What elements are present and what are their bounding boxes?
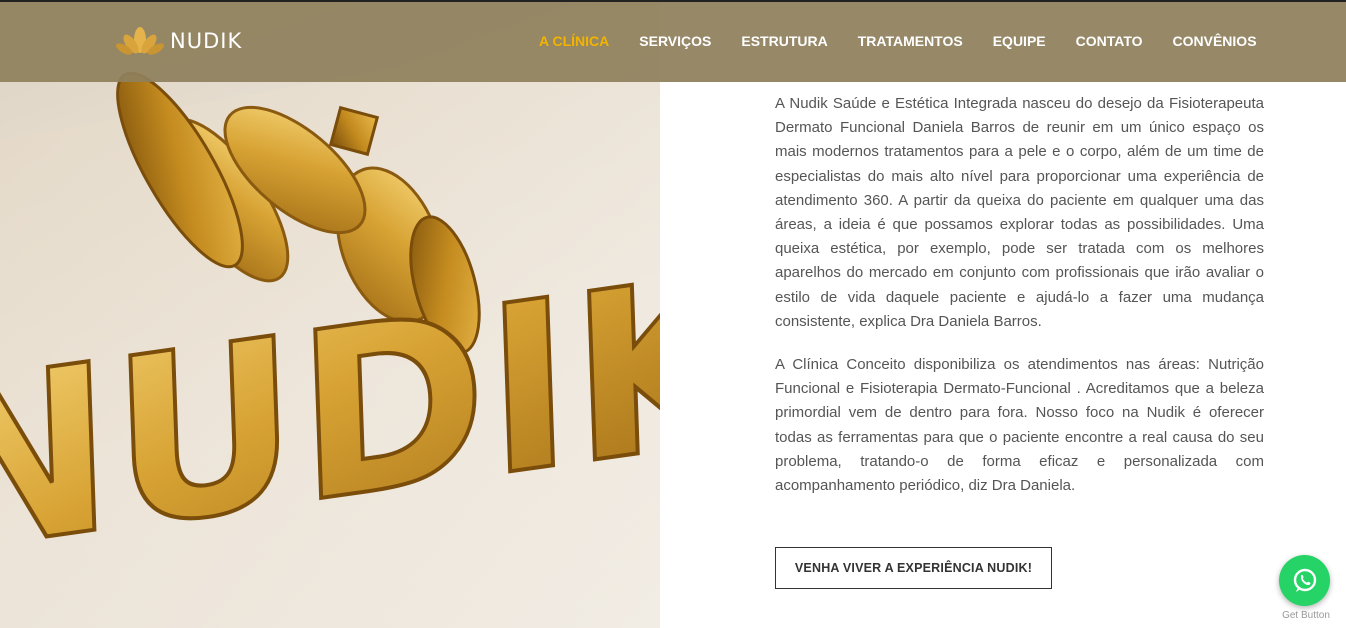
top-border — [0, 0, 1346, 2]
nav-item-servicos[interactable]: SERVIÇOS — [639, 33, 711, 49]
nav-item-convenios[interactable]: CONVÊNIOS — [1173, 33, 1257, 49]
main-nav: A CLÍNICA SERVIÇOS ESTRUTURA TRATAMENTOS… — [539, 33, 1287, 49]
nav-item-tratamentos[interactable]: TRATAMENTOS — [858, 33, 963, 49]
hero-image: NUDIK — [0, 0, 660, 628]
gold-sign-illustration: NUDIK — [0, 20, 660, 628]
brand-logo[interactable]: NUDIK — [116, 24, 242, 58]
experience-cta-button[interactable]: VENHA VIVER A EXPERIÊNCIA NUDIK! — [775, 547, 1052, 589]
about-paragraph: A Clínica Conceito disponibiliza os aten… — [775, 356, 1264, 495]
site-header: NUDIK A CLÍNICA SERVIÇOS ESTRUTURA TRATA… — [0, 2, 1346, 82]
whatsapp-label: Get Button — [1282, 610, 1330, 621]
nav-item-a-clinica[interactable]: A CLÍNICA — [539, 33, 609, 49]
lotus-icon — [116, 27, 164, 55]
about-content: A Nudik Saúde e Estética Integrada nasce… — [775, 92, 1264, 517]
nav-item-estrutura[interactable]: ESTRUTURA — [741, 33, 827, 49]
whatsapp-button[interactable] — [1279, 555, 1330, 606]
nav-item-equipe[interactable]: EQUIPE — [993, 33, 1046, 49]
whatsapp-icon — [1293, 568, 1316, 592]
brand-name: NUDIK — [170, 29, 243, 53]
about-paragraph: A Nudik Saúde e Estética Integrada nasce… — [775, 95, 1264, 330]
nav-item-contato[interactable]: CONTATO — [1076, 33, 1143, 49]
